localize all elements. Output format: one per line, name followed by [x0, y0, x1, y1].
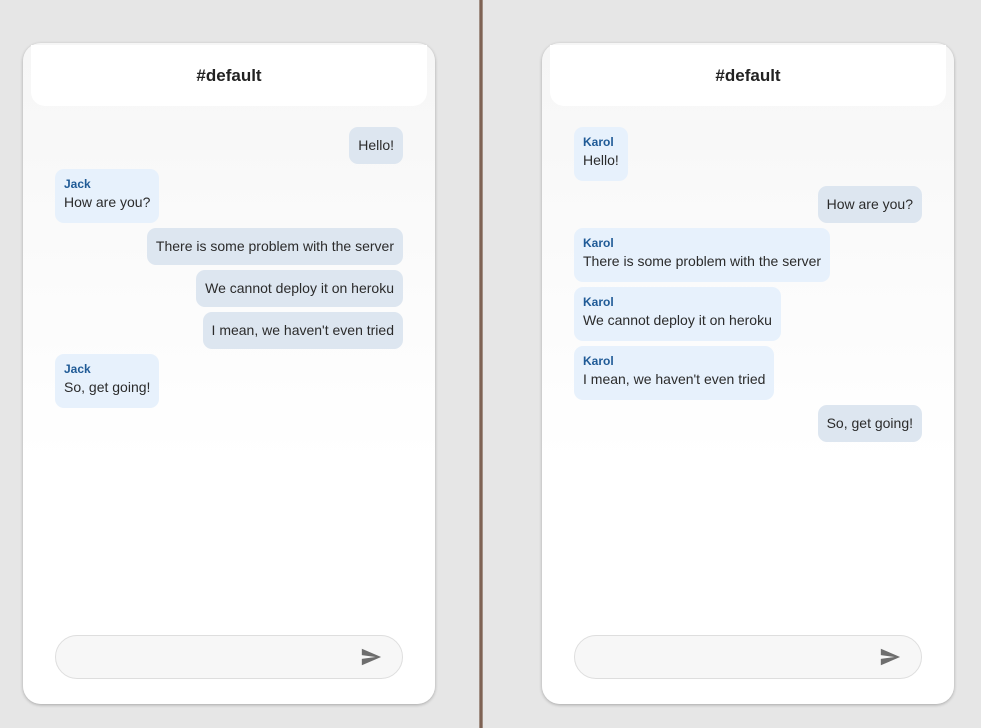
- send-button[interactable]: [877, 646, 903, 670]
- message-text: I mean, we haven't even tried: [211, 322, 394, 338]
- message-input[interactable]: [591, 646, 865, 670]
- message-composer: [574, 635, 922, 679]
- message-text: So, get going!: [826, 415, 913, 431]
- message-text: Hello!: [583, 152, 619, 168]
- message-sender: Karol: [583, 354, 614, 368]
- incoming-message: Karol I mean, we haven't even tried: [574, 346, 775, 400]
- message-text: I mean, we haven't even tried: [583, 371, 766, 387]
- message-text: How are you?: [826, 196, 913, 212]
- message-sender: Karol: [583, 295, 614, 309]
- outgoing-message: Hello!: [349, 127, 403, 164]
- chat-header: #default: [31, 45, 427, 106]
- channel-title: #default: [715, 65, 781, 85]
- channel-title: #default: [196, 65, 262, 85]
- send-button[interactable]: [358, 646, 384, 670]
- chat-panel-left: #default Hello! Jack How are you? There …: [23, 43, 435, 704]
- incoming-message: Karol Hello!: [574, 127, 628, 181]
- chat-panel-right: #default Karol Hello! How are you? Karol…: [542, 43, 954, 704]
- message-input[interactable]: [72, 646, 346, 670]
- message-list: Karol Hello! How are you? Karol There is…: [574, 127, 922, 447]
- message-sender: Karol: [583, 236, 614, 250]
- message-text: We cannot deploy it on heroku: [583, 312, 772, 328]
- message-composer: [55, 635, 403, 679]
- outgoing-message: There is some problem with the server: [146, 228, 403, 265]
- chat-header: #default: [550, 45, 946, 106]
- window-divider[interactable]: [479, 0, 483, 728]
- incoming-message: Jack So, get going!: [55, 354, 160, 408]
- message-text: There is some problem with the server: [583, 253, 822, 269]
- message-text: We cannot deploy it on heroku: [205, 280, 394, 296]
- message-text: There is some problem with the server: [155, 238, 394, 254]
- message-sender: Jack: [64, 177, 91, 191]
- send-icon: [880, 648, 901, 666]
- outgoing-message: So, get going!: [817, 405, 922, 442]
- incoming-message: Jack How are you?: [55, 169, 160, 223]
- outgoing-message: How are you?: [817, 186, 922, 223]
- message-text: How are you?: [64, 194, 151, 210]
- incoming-message: Karol There is some problem with the ser…: [574, 228, 831, 282]
- message-text: So, get going!: [64, 379, 151, 395]
- outgoing-message: I mean, we haven't even tried: [202, 312, 403, 349]
- message-text: Hello!: [358, 137, 394, 153]
- message-sender: Jack: [64, 362, 91, 376]
- incoming-message: Karol We cannot deploy it on heroku: [574, 287, 781, 341]
- outgoing-message: We cannot deploy it on heroku: [196, 270, 403, 307]
- message-list: Hello! Jack How are you? There is some p…: [55, 127, 403, 413]
- message-sender: Karol: [583, 135, 614, 149]
- send-icon: [361, 648, 382, 666]
